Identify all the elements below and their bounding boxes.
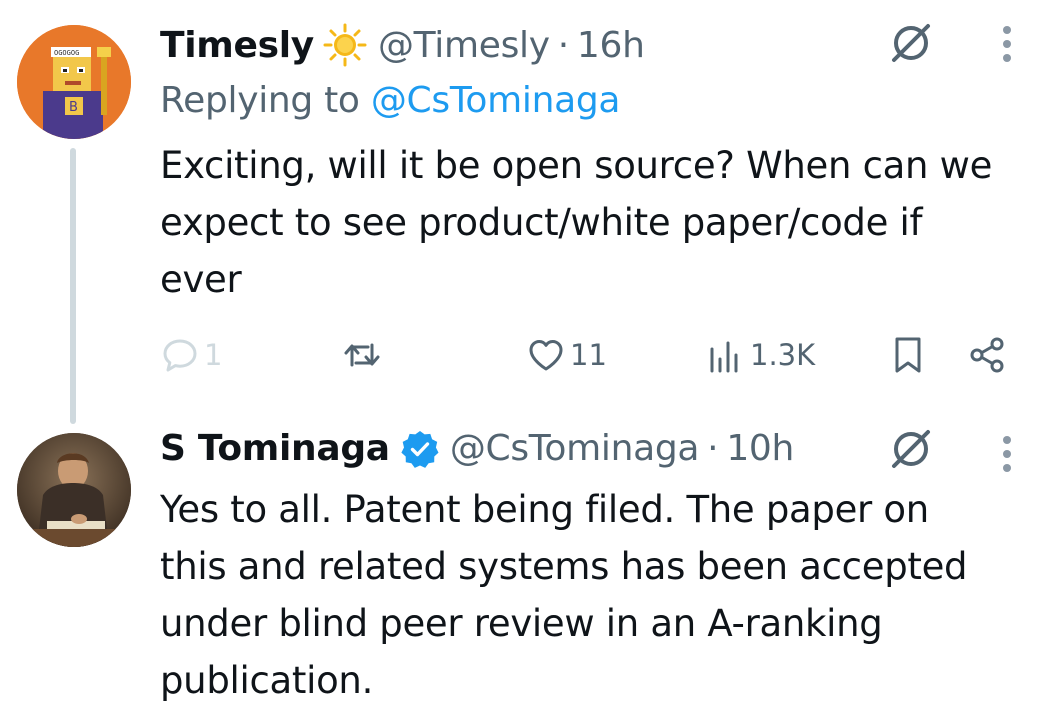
svg-text:B: B (69, 100, 78, 115)
thread-connector-line (70, 148, 76, 424)
reply-count: 1 (204, 338, 223, 372)
more-options-icon[interactable] (1001, 434, 1013, 474)
timestamp[interactable]: 16h (577, 25, 645, 66)
retweet-icon (344, 343, 380, 367)
tweet-text-line: Exciting, will it be open source? When c… (160, 144, 993, 187)
tweet-text: Yes to all. Patent being filed. The pape… (160, 481, 968, 709)
replying-to-label: Replying to (160, 80, 360, 121)
share-icon (970, 337, 1004, 373)
avatar-timesly[interactable]: OGOGOG B (17, 25, 131, 139)
bookmark-button[interactable] (888, 330, 928, 380)
like-count: 11 (570, 338, 607, 372)
tweet-text-line: publication. (160, 659, 374, 702)
verified-badge-icon (400, 429, 440, 469)
tweet-text-line: this and related systems has been accept… (160, 545, 968, 588)
like-button[interactable]: 11 (526, 330, 607, 380)
share-button[interactable] (968, 330, 1008, 380)
views-chart-icon (710, 341, 738, 373)
views-count: 1.3K (750, 338, 816, 372)
sun-emoji-icon (322, 22, 368, 68)
reply-button[interactable]: 1 (160, 330, 222, 380)
heart-icon (529, 340, 563, 371)
grok-icon[interactable] (888, 426, 934, 472)
tweet-header: Timesly @Timesly · 16h (160, 22, 645, 68)
reply-icon (163, 339, 197, 372)
replying-to-mention[interactable]: @CsTominaga (371, 80, 621, 121)
tweet-text-line: under blind peer review in an A-ranking (160, 602, 883, 645)
tweet-text-line: ever (160, 258, 242, 301)
svg-text:OGOGOG: OGOGOG (54, 49, 79, 57)
grok-icon[interactable] (888, 20, 934, 66)
retweet-button[interactable] (342, 330, 386, 380)
user-handle[interactable]: @Timesly (378, 25, 550, 66)
avatar-s-tominaga[interactable] (17, 433, 131, 547)
user-handle[interactable]: @CsTominaga (450, 428, 700, 469)
tweet-header: S Tominaga @CsTominaga · 10h (160, 428, 794, 469)
more-options-icon[interactable] (1001, 24, 1013, 64)
views-button[interactable]: 1.3K (706, 330, 815, 380)
separator-dot: · (707, 428, 719, 469)
replying-to: Replying to @CsTominaga (160, 80, 620, 121)
tweet-text: Exciting, will it be open source? When c… (160, 137, 992, 308)
timestamp[interactable]: 10h (726, 428, 794, 469)
tweet-text-line: expect to see product/white paper/code i… (160, 201, 923, 244)
separator-dot: · (557, 24, 569, 66)
display-name[interactable]: S Tominaga (160, 428, 390, 469)
tweet-text-line: Yes to all. Patent being filed. The pape… (160, 488, 929, 531)
tweet-actions-bar: 1 11 1.3K (160, 330, 1020, 380)
bookmark-icon (895, 337, 921, 373)
display-name[interactable]: Timesly (160, 25, 314, 66)
